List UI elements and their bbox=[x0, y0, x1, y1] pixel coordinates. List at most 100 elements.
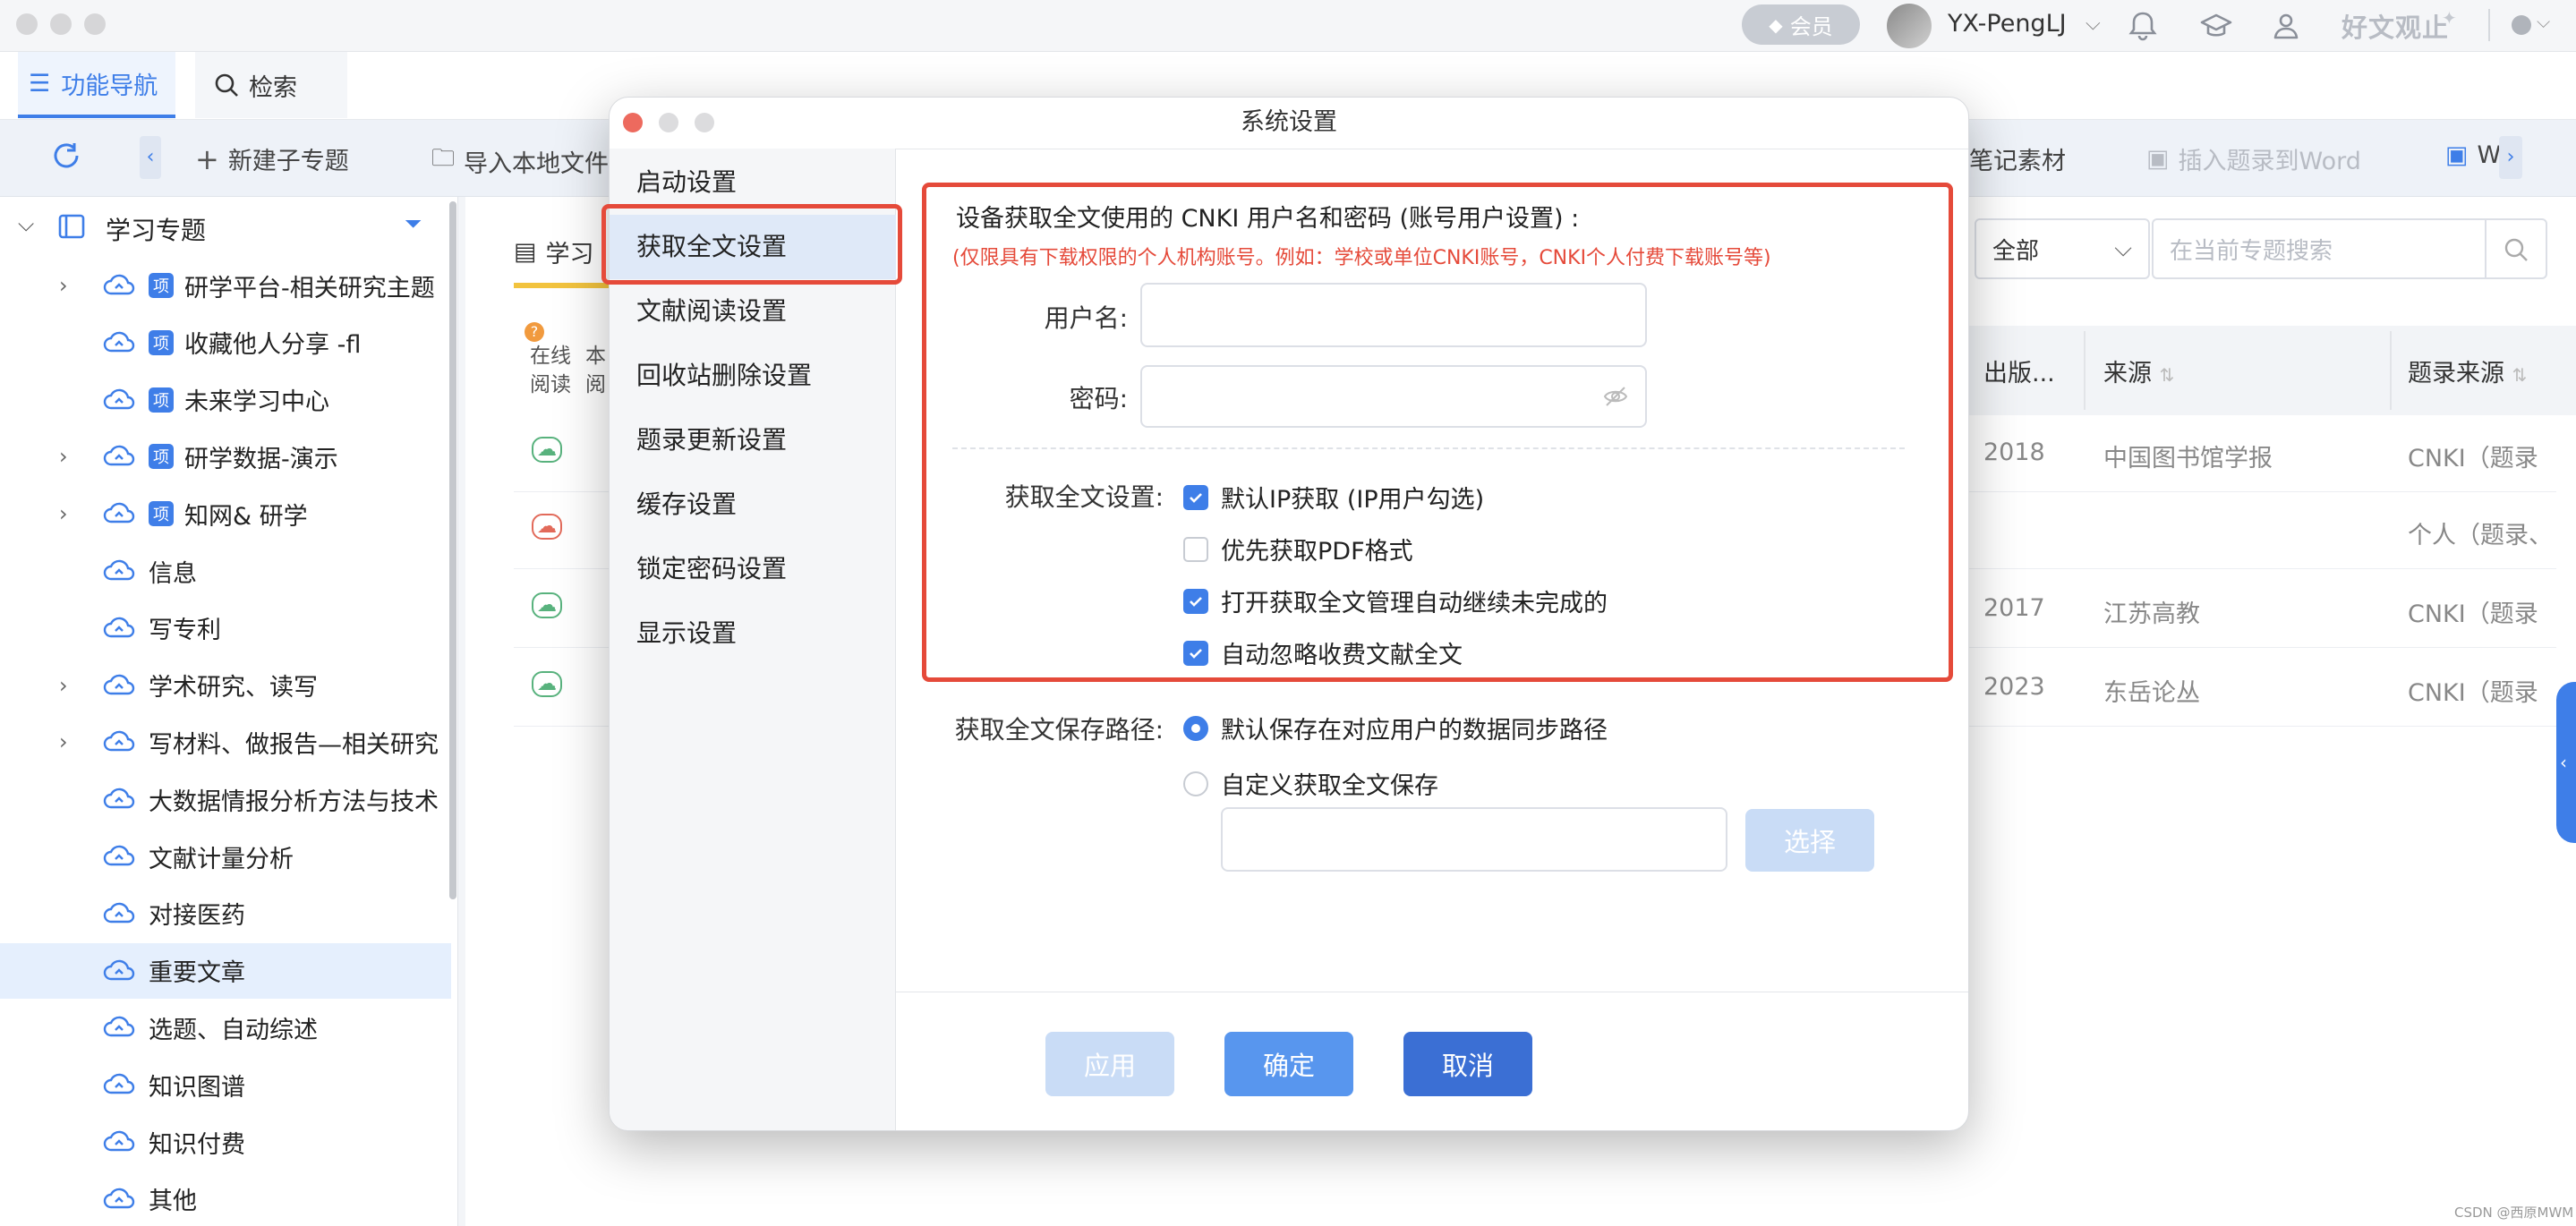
chevron-right-icon[interactable]: › bbox=[59, 501, 68, 526]
settings-menu-item[interactable]: 显示设置 bbox=[610, 601, 896, 666]
settings-menu-item[interactable]: 题录更新设置 bbox=[610, 408, 896, 473]
password-label: 密码: bbox=[1069, 384, 1128, 413]
sidebar-item[interactable]: 写专利 bbox=[0, 600, 451, 656]
word-button[interactable]: ▣ W bbox=[2445, 141, 2501, 169]
fetch-option[interactable]: 打开获取全文管理自动继续未完成的 bbox=[1183, 583, 1608, 618]
checkbox[interactable] bbox=[1183, 536, 1208, 562]
sidebar-item[interactable]: › 项知网& 研学 bbox=[0, 486, 451, 541]
divider bbox=[2488, 9, 2490, 41]
topic-badge-icon: 项 bbox=[149, 273, 174, 298]
fetch-option[interactable]: 优先获取PDF格式 bbox=[1183, 532, 1413, 566]
sidebar-item[interactable]: 大数据情报分析方法与技术 bbox=[0, 771, 451, 827]
bell-icon[interactable] bbox=[2125, 8, 2161, 44]
username[interactable]: YX-PengLJ bbox=[1948, 10, 2067, 38]
import-local-button[interactable]: 🗀 导入本地文件 bbox=[431, 141, 609, 181]
fetch-option[interactable]: 默认IP获取 (IP用户勾选) bbox=[1183, 480, 1484, 515]
chevron-right-icon[interactable]: › bbox=[59, 444, 68, 469]
path-option[interactable]: 默认保存在对应用户的数据同步路径 bbox=[1183, 711, 1608, 745]
checkbox[interactable] bbox=[1183, 640, 1208, 666]
apply-button[interactable]: 应用 bbox=[1045, 1032, 1174, 1096]
chevron-right-icon[interactable]: › bbox=[59, 729, 68, 754]
user-group-icon[interactable] bbox=[2268, 8, 2304, 44]
col-source-header[interactable]: 来源 ⇅ bbox=[2103, 353, 2174, 388]
topic-badge-icon: 项 bbox=[149, 501, 174, 527]
sidebar-item[interactable]: › 学术研究、读写 bbox=[0, 658, 451, 713]
sidebar-item-label: 知网& 研学 bbox=[184, 502, 308, 531]
sidebar-item[interactable]: › 写材料、做报告—相关研究 bbox=[0, 714, 451, 770]
sidebar-item[interactable]: 重要文章 bbox=[0, 942, 451, 999]
sidebar-root-label: 学习专题 bbox=[106, 216, 207, 245]
sidebar-item[interactable]: 对接医药 bbox=[0, 886, 451, 941]
settings-menu-item[interactable]: 回收站删除设置 bbox=[610, 344, 896, 408]
status-dot-icon[interactable] bbox=[2512, 15, 2531, 35]
chevron-right-icon[interactable]: › bbox=[59, 673, 68, 698]
sidebar-item-label: 选题、自动综述 bbox=[149, 1016, 318, 1044]
fetch-option-label: 优先获取PDF格式 bbox=[1221, 538, 1413, 566]
window-minimize-button[interactable] bbox=[50, 13, 72, 35]
sidebar-item[interactable]: 信息 bbox=[0, 543, 451, 599]
filter-icon[interactable]: ⏷ bbox=[405, 211, 422, 236]
tab-search[interactable]: 检索 bbox=[195, 52, 347, 118]
read-online-icon[interactable]: ☁ bbox=[532, 592, 562, 618]
radio-button[interactable] bbox=[1183, 715, 1208, 741]
vip-button[interactable]: ◆ 会员 bbox=[1742, 4, 1860, 45]
cancel-button[interactable]: 取消 bbox=[1403, 1032, 1532, 1096]
checkbox[interactable] bbox=[1183, 588, 1208, 614]
settings-menu-item[interactable]: 文献阅读设置 bbox=[610, 279, 896, 344]
choose-path-button[interactable]: 选择 bbox=[1745, 809, 1874, 872]
chevron-down-icon[interactable]: ⌵ bbox=[2086, 13, 2101, 35]
fetch-option[interactable]: 自动忽略收费文献全文 bbox=[1183, 635, 1463, 670]
read-online-icon[interactable]: ☁ bbox=[532, 514, 562, 540]
sidebar-item[interactable]: 知识付费 bbox=[0, 1114, 451, 1170]
col-record-source-header[interactable]: 题录来源 ⇅ bbox=[2408, 353, 2527, 388]
ok-button[interactable]: 确定 bbox=[1224, 1032, 1353, 1096]
settings-menu-item[interactable]: 缓存设置 bbox=[610, 473, 896, 537]
help-badge-icon[interactable]: ? bbox=[525, 322, 544, 342]
side-panel-toggle[interactable]: ‹ bbox=[2556, 682, 2576, 843]
sidebar-item[interactable]: › 项研学数据-演示 bbox=[0, 429, 451, 484]
sidebar-item[interactable]: 文献计量分析 bbox=[0, 829, 451, 884]
checkbox[interactable] bbox=[1183, 484, 1208, 510]
filter-select[interactable]: 全部 ⌵ bbox=[1975, 218, 2150, 279]
col-pubyear-header[interactable]: 出版... bbox=[1983, 353, 2055, 388]
refresh-icon[interactable] bbox=[48, 140, 84, 175]
sidebar-item-label: 重要文章 bbox=[149, 959, 245, 988]
notes-button[interactable]: 笔记素材 bbox=[1969, 141, 2066, 176]
sidebar-item[interactable]: 项收藏他人分享 -fl bbox=[0, 315, 451, 370]
custom-path-input[interactable] bbox=[1221, 807, 1727, 872]
radio-button[interactable] bbox=[1183, 771, 1208, 796]
eye-off-icon[interactable] bbox=[1602, 383, 1629, 410]
read-online-icon[interactable]: ☁ bbox=[532, 437, 562, 463]
window-zoom-button[interactable] bbox=[84, 13, 106, 35]
tab-function-nav[interactable]: ☰ 功能导航 bbox=[18, 52, 175, 118]
password-input[interactable] bbox=[1140, 365, 1647, 428]
toolbar-scroll-right-button[interactable]: › bbox=[2499, 136, 2522, 179]
sidebar-root-item[interactable]: ⌵ 学习专题 ⏷ bbox=[0, 199, 451, 254]
sort-icon: ⇅ bbox=[2159, 364, 2175, 386]
sidebar-item[interactable]: 选题、自动综述 bbox=[0, 1000, 451, 1055]
sidebar-item[interactable]: 其他 bbox=[0, 1171, 451, 1226]
sidebar-item[interactable]: 项未来学习中心 bbox=[0, 372, 451, 428]
toolbar-scroll-left-button[interactable]: ‹ bbox=[140, 136, 161, 179]
topic-search-button[interactable] bbox=[2485, 218, 2547, 279]
plus-icon: + bbox=[195, 141, 219, 176]
window-close-button[interactable] bbox=[16, 13, 38, 35]
read-online-icon[interactable]: ☁ bbox=[532, 671, 562, 697]
new-subtopic-button[interactable]: + 新建子专题 bbox=[195, 141, 349, 176]
chevron-down-icon[interactable]: ⌵ bbox=[2537, 11, 2550, 32]
avatar[interactable] bbox=[1887, 4, 1932, 48]
cloud-sync-icon bbox=[103, 502, 135, 524]
sidebar-item[interactable]: 知识图谱 bbox=[0, 1057, 451, 1112]
topic-search-input[interactable]: 在当前专题搜索 bbox=[2152, 218, 2485, 279]
settings-menu-item[interactable]: 锁定密码设置 bbox=[610, 537, 896, 601]
account-note: (仅限具有下载权限的个人机构账号。例如：学校或单位CNKI账号，CNKI个人付费… bbox=[952, 247, 1771, 269]
account-heading: 设备获取全文使用的 CNKI 用户名和密码 (账号用户设置) : bbox=[956, 205, 1580, 233]
sidebar-scrollbar[interactable] bbox=[449, 201, 456, 899]
sidebar-item[interactable]: › 项研学平台-相关研究主题 bbox=[0, 258, 451, 313]
username-input[interactable] bbox=[1140, 283, 1647, 347]
insert-word-button[interactable]: ▣ 插入题录到Word bbox=[2146, 141, 2361, 176]
chevron-down-icon[interactable]: ⌵ bbox=[18, 211, 34, 236]
path-option[interactable]: 自定义获取全文保存 bbox=[1183, 766, 1438, 801]
graduation-cap-icon[interactable] bbox=[2198, 8, 2234, 44]
chevron-right-icon[interactable]: › bbox=[59, 273, 68, 298]
